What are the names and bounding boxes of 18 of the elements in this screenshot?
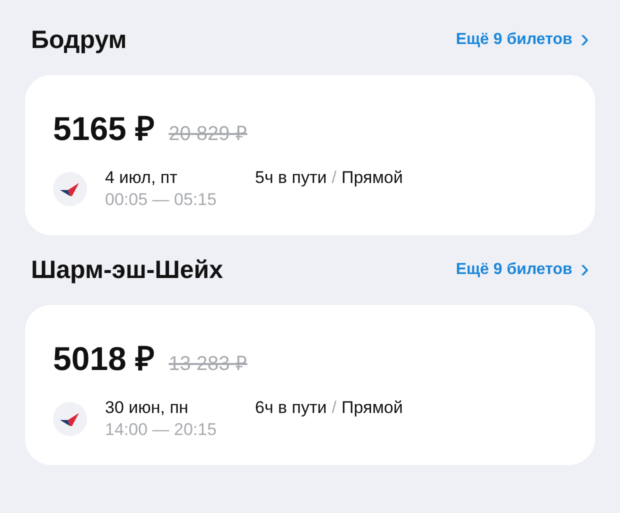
price: 5018 ₽ bbox=[53, 339, 155, 379]
old-price: 13 283 ₽ bbox=[168, 352, 248, 376]
flight-date: 4 июл, пт bbox=[105, 168, 178, 188]
old-price: 20 829 ₽ bbox=[168, 122, 248, 146]
destination-title: Бодрум bbox=[31, 26, 127, 54]
price: 5165 ₽ bbox=[53, 109, 155, 149]
route-type: Прямой bbox=[342, 168, 403, 188]
flight-times: 14:00 — 20:15 bbox=[105, 420, 218, 440]
ticket-card[interactable]: 5018 ₽ 13 283 ₽ 30 июн, пн 14:00 — 20:15 6ч в пути / Прямой bbox=[25, 305, 595, 465]
separator: / bbox=[332, 398, 337, 418]
ticket-card[interactable]: 5165 ₽ 20 829 ₽ 4 июл, пт 00:05 — 05:15 5ч в пути / Прямой bbox=[25, 75, 595, 235]
route-type: Прямой bbox=[342, 398, 403, 418]
flight-duration: 6ч в пути bbox=[255, 398, 327, 418]
separator: / bbox=[332, 168, 337, 188]
destination-title: Шарм-эш-Шейх bbox=[31, 256, 224, 284]
flight-times: 00:05 — 05:15 bbox=[105, 190, 218, 210]
flight-duration: 5ч в пути bbox=[255, 168, 327, 188]
flight-date: 30 июн, пн bbox=[105, 398, 190, 418]
